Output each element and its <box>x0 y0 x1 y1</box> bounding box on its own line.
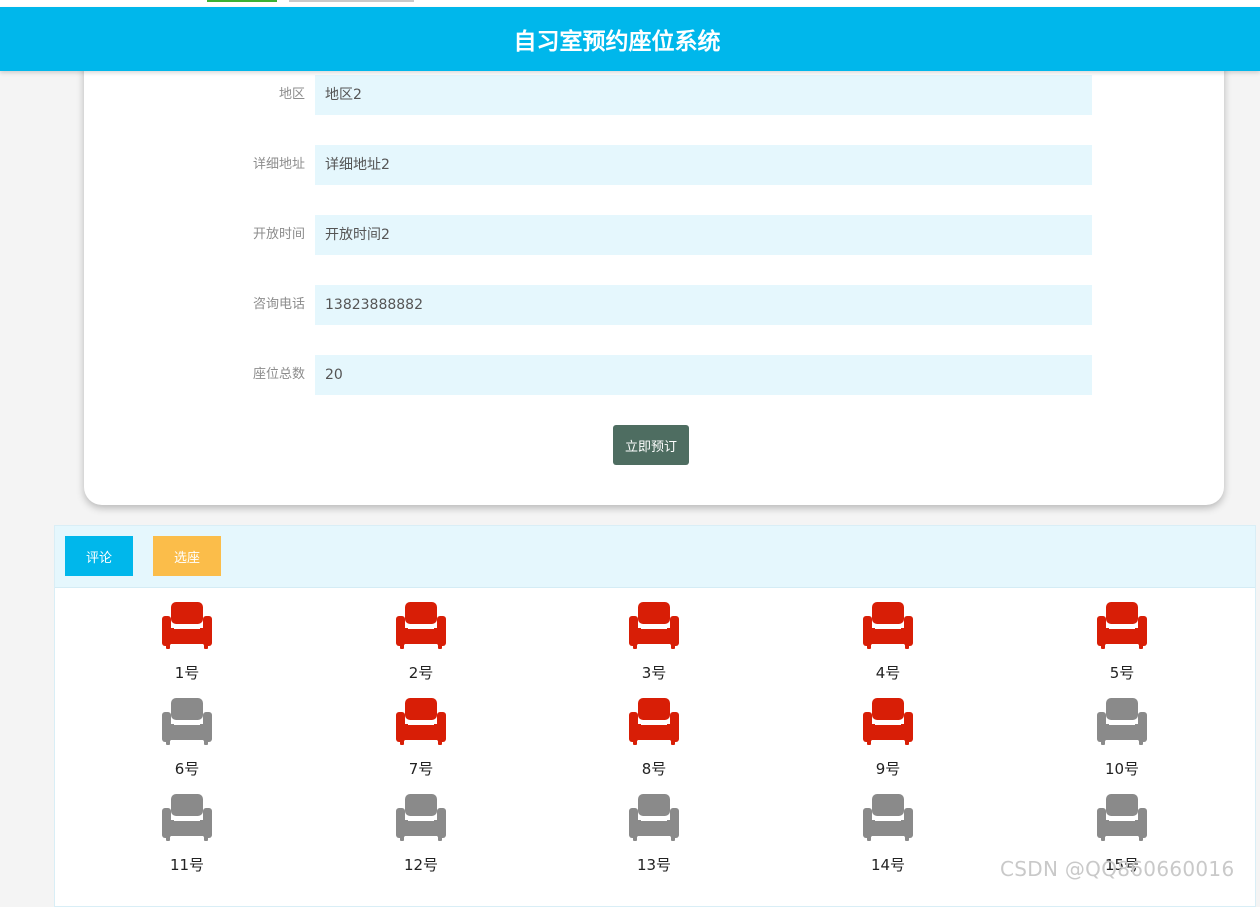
armchair-icon <box>629 698 679 745</box>
seat-3[interactable]: 3号 <box>604 602 704 694</box>
seat-total-field[interactable] <box>315 355 1092 395</box>
region-label: 地区 <box>278 87 305 102</box>
armchair-icon <box>1097 698 1147 745</box>
armchair-icon <box>863 602 913 649</box>
top-strip-green-tab <box>207 0 277 2</box>
armchair-icon <box>396 698 446 745</box>
seat-label: 9号 <box>875 760 901 778</box>
form-row-region: 地区 <box>84 75 1224 115</box>
seat-14[interactable]: 14号 <box>838 794 938 886</box>
seat-4[interactable]: 4号 <box>838 602 938 694</box>
seat-10[interactable]: 10号 <box>1072 698 1172 790</box>
panel-tab-bar: 评论 选座 <box>55 526 1255 588</box>
armchair-icon <box>162 602 212 649</box>
seat-9[interactable]: 9号 <box>838 698 938 790</box>
region-field[interactable] <box>315 75 1092 115</box>
address-label: 详细地址 <box>252 157 305 172</box>
seat-label: 2号 <box>408 664 434 682</box>
armchair-icon <box>629 794 679 841</box>
open-time-field[interactable] <box>315 215 1092 255</box>
seat-label: 14号 <box>870 856 906 874</box>
seat-12[interactable]: 12号 <box>371 794 471 886</box>
form-row-phone: 咨询电话 <box>84 285 1224 325</box>
seat-8[interactable]: 8号 <box>604 698 704 790</box>
armchair-icon <box>863 698 913 745</box>
book-now-button[interactable]: 立即预订 <box>613 425 689 465</box>
seat-label: 7号 <box>408 760 434 778</box>
seat-11[interactable]: 11号 <box>137 794 237 886</box>
phone-label: 咨询电话 <box>252 297 305 312</box>
seat-label: 11号 <box>169 856 205 874</box>
form-row-open-time: 开放时间 <box>84 215 1224 255</box>
seat-6[interactable]: 6号 <box>137 698 237 790</box>
seat-total-label: 座位总数 <box>252 367 305 382</box>
app-header: 自习室预约座位系统 <box>0 7 1260 71</box>
armchair-icon <box>162 698 212 745</box>
seat-5[interactable]: 5号 <box>1072 602 1172 694</box>
tab-comment[interactable]: 评论 <box>65 536 133 576</box>
seat-label: 12号 <box>403 856 439 874</box>
seat-label: 13号 <box>636 856 672 874</box>
seat-label: 6号 <box>174 760 200 778</box>
seat-label: 1号 <box>174 664 200 682</box>
form-row-seat-total: 座位总数 <box>84 355 1224 395</box>
armchair-icon <box>863 794 913 841</box>
armchair-icon <box>629 602 679 649</box>
watermark: CSDN @QQ860660016 <box>1000 857 1235 881</box>
seat-1[interactable]: 1号 <box>137 602 237 694</box>
study-room-detail-card: 地区 详细地址 开放时间 咨询电话 座位总数 立即预订 <box>84 40 1224 505</box>
seat-label: 8号 <box>641 760 667 778</box>
armchair-icon <box>396 794 446 841</box>
seat-label: 10号 <box>1104 760 1140 778</box>
armchair-icon <box>1097 794 1147 841</box>
seat-13[interactable]: 13号 <box>604 794 704 886</box>
tab-seat-selection[interactable]: 选座 <box>153 536 221 576</box>
open-time-label: 开放时间 <box>252 227 305 242</box>
seat-label: 3号 <box>641 664 667 682</box>
armchair-icon <box>162 794 212 841</box>
armchair-icon <box>396 602 446 649</box>
top-strip <box>0 0 1260 7</box>
form-row-address: 详细地址 <box>84 145 1224 185</box>
seat-2[interactable]: 2号 <box>371 602 471 694</box>
phone-field[interactable] <box>315 285 1092 325</box>
top-strip-gray-tab <box>289 0 414 2</box>
armchair-icon <box>1097 602 1147 649</box>
seat-selection-panel: 评论 选座 1号 2号 3号 4号 5号 6号 7号 8号 9号 10号 11号 12号 13号 14号 1… <box>54 525 1256 907</box>
address-field[interactable] <box>315 145 1092 185</box>
seat-7[interactable]: 7号 <box>371 698 471 790</box>
seat-label: 4号 <box>875 664 901 682</box>
app-title: 自习室预约座位系统 <box>513 29 721 55</box>
seat-label: 5号 <box>1109 664 1135 682</box>
